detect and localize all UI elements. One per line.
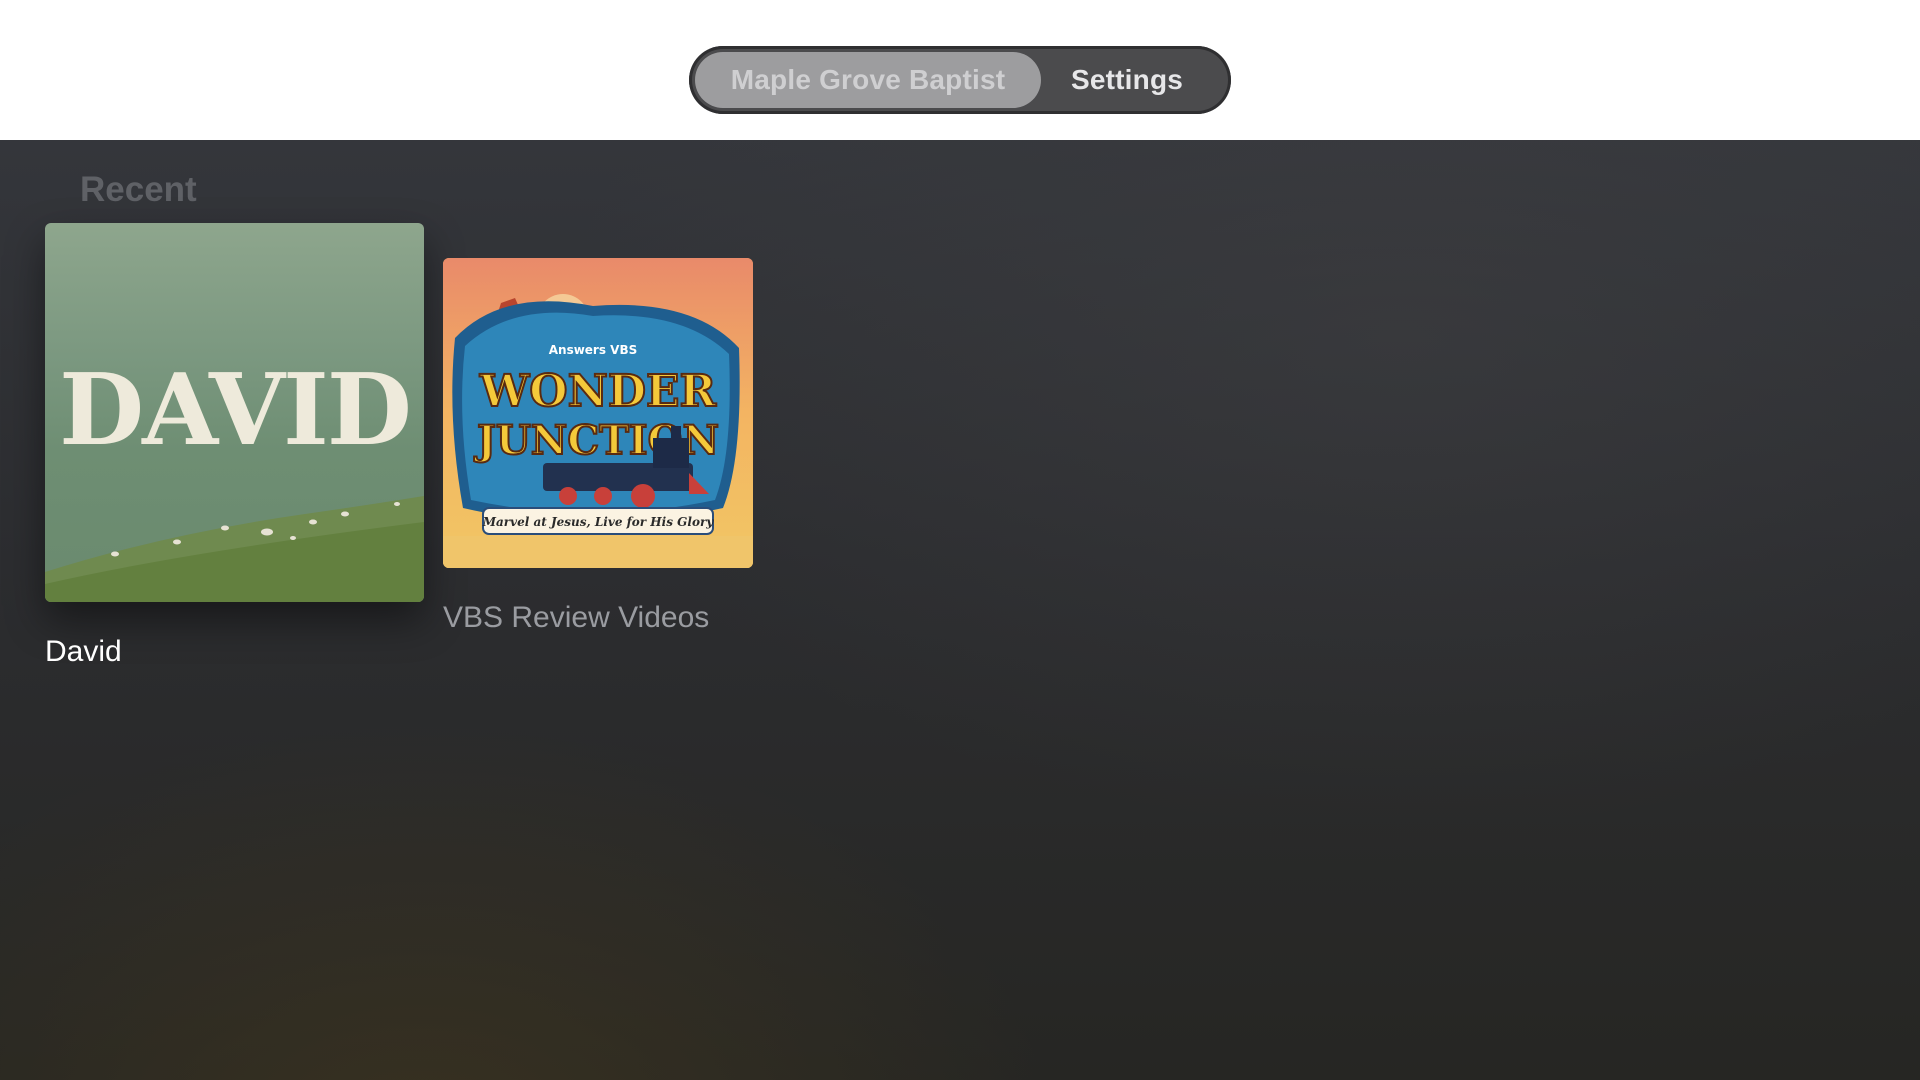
- tab-settings[interactable]: Settings: [1051, 52, 1203, 108]
- wonder-junction-artwork: WONDER JUNCTION Answers VBS Marvel at Je…: [443, 258, 753, 568]
- main-content: Recent DAVID David WONDER JUNCTION Answe…: [0, 140, 1920, 1080]
- artwork-tagline: Marvel at Jesus, Live for His Glory: [482, 515, 715, 529]
- david-artwork-title: DAVID: [59, 353, 412, 468]
- section-title-recent: Recent: [80, 170, 197, 209]
- artwork-line1: WONDER: [479, 366, 717, 417]
- media-card-vbs-review-videos[interactable]: WONDER JUNCTION Answers VBS Marvel at Je…: [443, 258, 753, 634]
- top-bar: Maple Grove Baptist Settings: [0, 0, 1920, 140]
- media-card-title: VBS Review Videos: [443, 601, 710, 634]
- wonder-junction-image: WONDER JUNCTION Answers VBS Marvel at Je…: [443, 258, 753, 568]
- hill-with-sheep-image: [45, 496, 424, 602]
- artwork-brand: Answers VBS: [549, 343, 638, 357]
- tab-maple-grove-baptist[interactable]: Maple Grove Baptist: [695, 52, 1041, 108]
- media-card-david[interactable]: DAVID David: [45, 223, 424, 668]
- tab-bar: Maple Grove Baptist Settings: [689, 46, 1231, 114]
- david-artwork: DAVID: [45, 223, 424, 602]
- media-card-title: David: [45, 635, 122, 668]
